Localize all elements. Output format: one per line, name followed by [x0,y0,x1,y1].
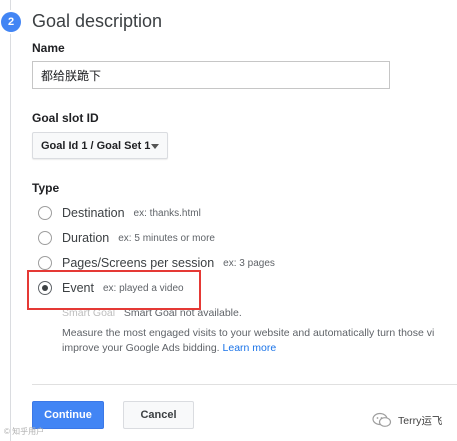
learn-more-link[interactable]: Learn more [223,342,277,354]
goal-name-value: 都给朕跪下 [41,68,102,83]
option-label: Pages/Screens per session [62,256,215,270]
description-line-1: Measure the most engaged visits to your … [62,327,435,339]
option-label: Destination [62,206,125,220]
annotation-highlight-box [27,270,201,310]
section-title: Goal description [32,11,163,31]
section-divider [32,384,457,385]
type-option-destination[interactable]: Destination ex: thanks.html [38,204,201,222]
type-label: Type [32,181,60,195]
goal-name-input[interactable]: 都给朕跪下 [32,61,390,89]
watermark-right: Terry运飞 [372,412,442,428]
chevron-down-icon [151,144,159,149]
goal-slot-label: Goal slot ID [32,111,99,125]
smart-goal-description: Measure the most engaged visits to your … [62,326,457,356]
cancel-button[interactable]: Cancel [123,401,194,429]
radio-button[interactable] [38,231,52,245]
option-label: Duration [62,231,110,245]
name-label: Name [32,41,65,55]
wechat-icon [372,412,392,427]
watermark-author: Terry运飞 [398,414,443,427]
continue-button[interactable]: Continue [32,401,104,429]
step-connector-line [10,0,11,441]
radio-button[interactable] [38,206,52,220]
goal-slot-selected: Goal Id 1 / Goal Set 1 [41,139,151,152]
option-example: ex: 5 minutes or more [118,232,215,244]
goal-slot-dropdown[interactable]: Goal Id 1 / Goal Set 1 [32,132,168,159]
description-line-2: improve your Google Ads bidding. [62,342,220,354]
type-option-duration[interactable]: Duration ex: 5 minutes or more [38,229,215,247]
watermark-left: © 知乎用户 [4,427,45,436]
step-number-badge: 2 [1,12,21,32]
radio-button[interactable] [38,256,52,270]
option-example: ex: 3 pages [223,257,275,269]
option-example: ex: thanks.html [133,207,201,219]
